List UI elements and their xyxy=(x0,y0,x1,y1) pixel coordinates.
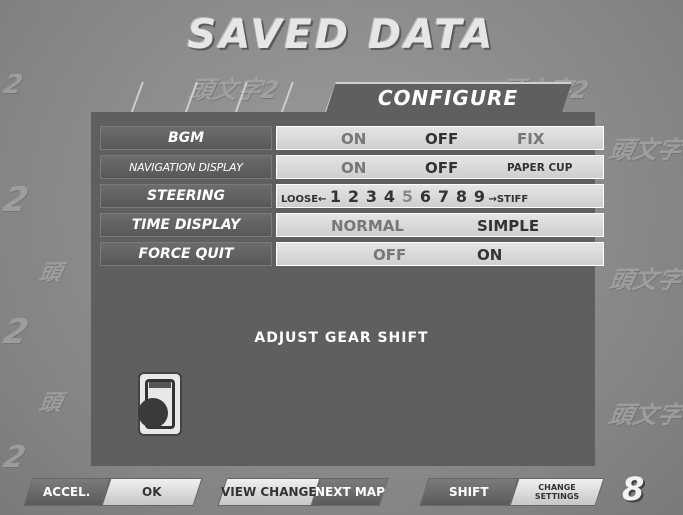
option-on[interactable]: ON xyxy=(341,159,366,177)
option-off[interactable]: OFF xyxy=(373,246,406,264)
control-hint-bar: ACCEL. OK VIEW CHANGE NEXT MAP SHIFT CHA… xyxy=(0,478,683,510)
shift-knob-icon xyxy=(138,398,168,428)
change-settings-button[interactable]: CHANGE SETTINGS xyxy=(509,478,605,506)
watermark-logo: 頭文字 xyxy=(606,401,683,429)
accel-button[interactable]: ACCEL. xyxy=(23,478,111,506)
shift-button[interactable]: SHIFT xyxy=(419,478,519,506)
setting-values[interactable]: ON OFF PAPER CUP xyxy=(276,155,604,179)
setting-values[interactable]: OFF ON xyxy=(276,242,604,266)
setting-values[interactable]: NORMAL SIMPLE xyxy=(276,213,604,237)
steering-scale: LOOSE← 1 2 3 4 5 6 7 8 9 →STIFF xyxy=(281,187,528,206)
setting-values[interactable]: ON OFF FIX xyxy=(276,126,604,150)
option-fix[interactable]: FIX xyxy=(517,130,544,148)
setting-label: TIME DISPLAY xyxy=(100,213,272,237)
watermark-logo: 頭文字 xyxy=(606,266,683,294)
stage-number: 8 xyxy=(622,470,645,508)
gear-shifter-icon xyxy=(138,372,182,436)
option-normal[interactable]: NORMAL xyxy=(331,217,404,235)
level-2[interactable]: 2 xyxy=(344,187,362,206)
setting-values[interactable]: LOOSE← 1 2 3 4 5 6 7 8 9 →STIFF xyxy=(276,184,604,208)
view-change-button[interactable]: VIEW CHANGE xyxy=(217,478,321,506)
next-map-button[interactable]: NEXT MAP xyxy=(311,478,389,506)
level-4[interactable]: 4 xyxy=(380,187,398,206)
setting-label: FORCE QUIT xyxy=(100,242,272,266)
watermark-logo: 頭文字 xyxy=(606,136,683,164)
tab-inactive[interactable] xyxy=(130,82,188,114)
ok-button[interactable]: OK xyxy=(101,478,203,506)
setting-label: STEERING xyxy=(100,184,272,208)
screen-title: SAVED DATA xyxy=(187,12,496,58)
option-simple[interactable]: SIMPLE xyxy=(477,217,539,235)
stiff-label: →STIFF xyxy=(488,194,529,205)
level-7[interactable]: 7 xyxy=(434,187,452,206)
level-8[interactable]: 8 xyxy=(452,187,470,206)
level-6[interactable]: 6 xyxy=(416,187,434,206)
option-off[interactable]: OFF xyxy=(425,130,458,148)
shifter-plate-icon xyxy=(149,382,171,388)
level-5[interactable]: 5 xyxy=(398,187,416,206)
gear-shift-prompt: ADJUST GEAR SHIFT xyxy=(254,330,429,346)
setting-label: NAVIGATION DISPLAY xyxy=(100,155,272,179)
level-3[interactable]: 3 xyxy=(362,187,380,206)
option-on[interactable]: ON xyxy=(341,130,366,148)
loose-label: LOOSE← xyxy=(281,194,327,205)
level-1[interactable]: 1 xyxy=(326,187,344,206)
tab-inactive[interactable] xyxy=(184,82,242,114)
setting-label: BGM xyxy=(100,126,272,150)
option-paper-cup[interactable]: PAPER CUP xyxy=(507,162,572,174)
option-on[interactable]: ON xyxy=(477,246,502,264)
tab-configure-label: CONFIGURE xyxy=(377,86,519,110)
level-9[interactable]: 9 xyxy=(470,187,488,206)
option-off[interactable]: OFF xyxy=(425,159,458,177)
